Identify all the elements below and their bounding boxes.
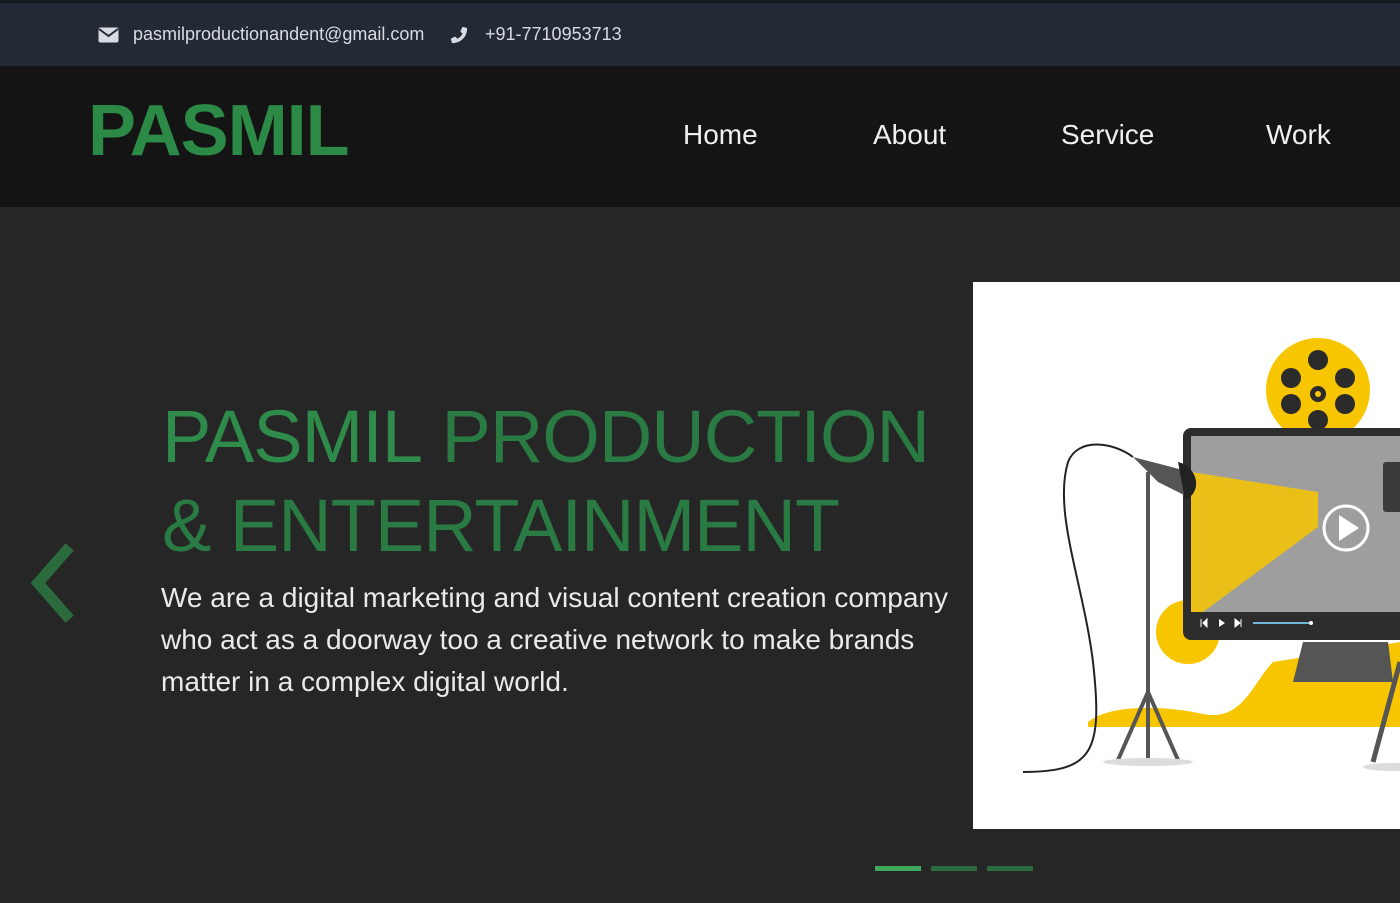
carousel-indicator-2[interactable] — [931, 866, 977, 871]
nav-service[interactable]: Service — [1061, 119, 1154, 151]
hero-description: We are a digital marketing and visual co… — [161, 582, 949, 697]
email-text: pasmilproductionandent@gmail.com — [133, 24, 425, 44]
headline-strong: PASMIL — [162, 395, 423, 478]
chevron-left-icon — [30, 543, 74, 623]
contact-email[interactable]: pasmilproductionandent@gmail.com — [98, 3, 424, 66]
phone-text: +91-7710953713 — [485, 24, 622, 44]
phone-icon — [449, 25, 469, 45]
top-contact-bar: pasmilproductionandent@gmail.com +91-771… — [0, 0, 1400, 66]
video-production-illustration — [973, 282, 1400, 829]
film-reel-icon — [1266, 338, 1370, 442]
nav-work[interactable]: Work — [1266, 119, 1331, 151]
carousel-prev-button[interactable] — [26, 543, 78, 623]
headline-line-1: PASMIL PRODUCTION — [162, 392, 930, 481]
site-logo[interactable]: PASMIL — [88, 90, 350, 172]
hero-headline: PASMIL PRODUCTION & ENTERTAINMENT — [162, 392, 930, 570]
envelope-icon — [98, 27, 119, 43]
nav-about[interactable]: About — [873, 119, 946, 151]
main-navbar: PASMIL Home About Service Work — [0, 66, 1400, 207]
headline-light: PRODUCTION — [441, 395, 930, 478]
nav-home[interactable]: Home — [683, 119, 758, 151]
headline-line-2: & ENTERTAINMENT — [162, 484, 840, 567]
contact-phone[interactable]: +91-7710953713 — [449, 3, 622, 66]
carousel-indicator-3[interactable] — [987, 866, 1033, 871]
hero-carousel: PASMIL PRODUCTION & ENTERTAINMENT We are… — [0, 207, 1400, 903]
carousel-indicator-1[interactable] — [875, 866, 921, 871]
carousel-indicators — [875, 866, 1033, 871]
